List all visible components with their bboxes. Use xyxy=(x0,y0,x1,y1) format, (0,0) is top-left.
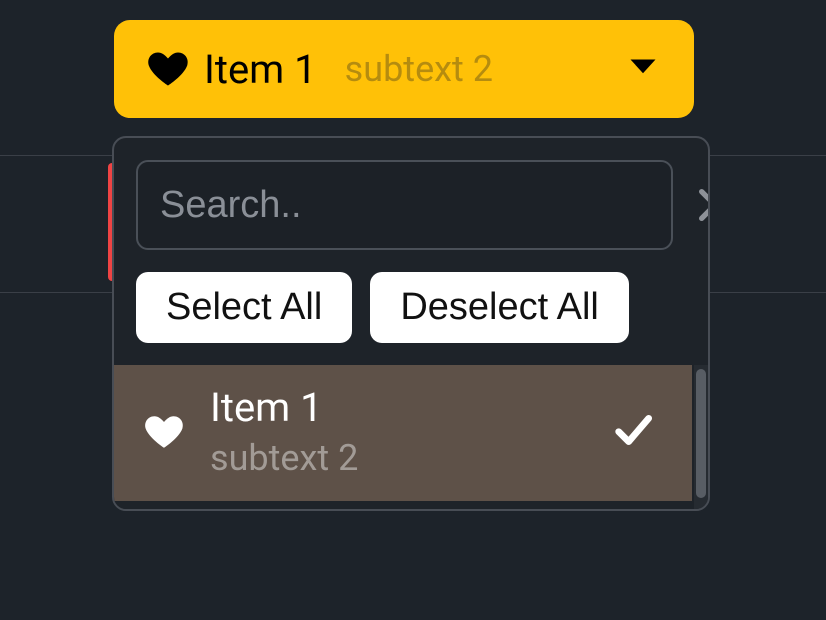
chevron-down-icon xyxy=(628,56,658,82)
select-all-button[interactable]: Select All xyxy=(136,272,352,343)
scrollbar-track[interactable] xyxy=(694,365,708,509)
option-divider xyxy=(114,501,692,509)
deselect-all-button[interactable]: Deselect All xyxy=(370,272,629,343)
select-trigger[interactable]: Item 1 subtext 2 xyxy=(114,20,694,118)
select-trigger-label: Item 1 xyxy=(204,46,317,93)
list-item[interactable]: Item 1 subtext 2 xyxy=(114,365,692,501)
close-icon[interactable] xyxy=(695,183,710,227)
scrollbar-thumb[interactable] xyxy=(696,369,706,498)
heart-icon xyxy=(144,45,192,93)
search-input[interactable] xyxy=(136,160,673,250)
bulk-action-row: Select All Deselect All xyxy=(114,260,708,365)
options-list: Item 1 subtext 2 xyxy=(114,365,708,509)
heart-icon xyxy=(142,410,186,454)
check-icon xyxy=(612,410,652,454)
option-subtext: subtext 2 xyxy=(210,439,358,479)
select-trigger-subtext: subtext 2 xyxy=(345,48,493,90)
search-row xyxy=(114,138,708,260)
option-label: Item 1 xyxy=(210,385,358,431)
dropdown-panel: Select All Deselect All Item 1 subtext 2 xyxy=(112,136,710,511)
